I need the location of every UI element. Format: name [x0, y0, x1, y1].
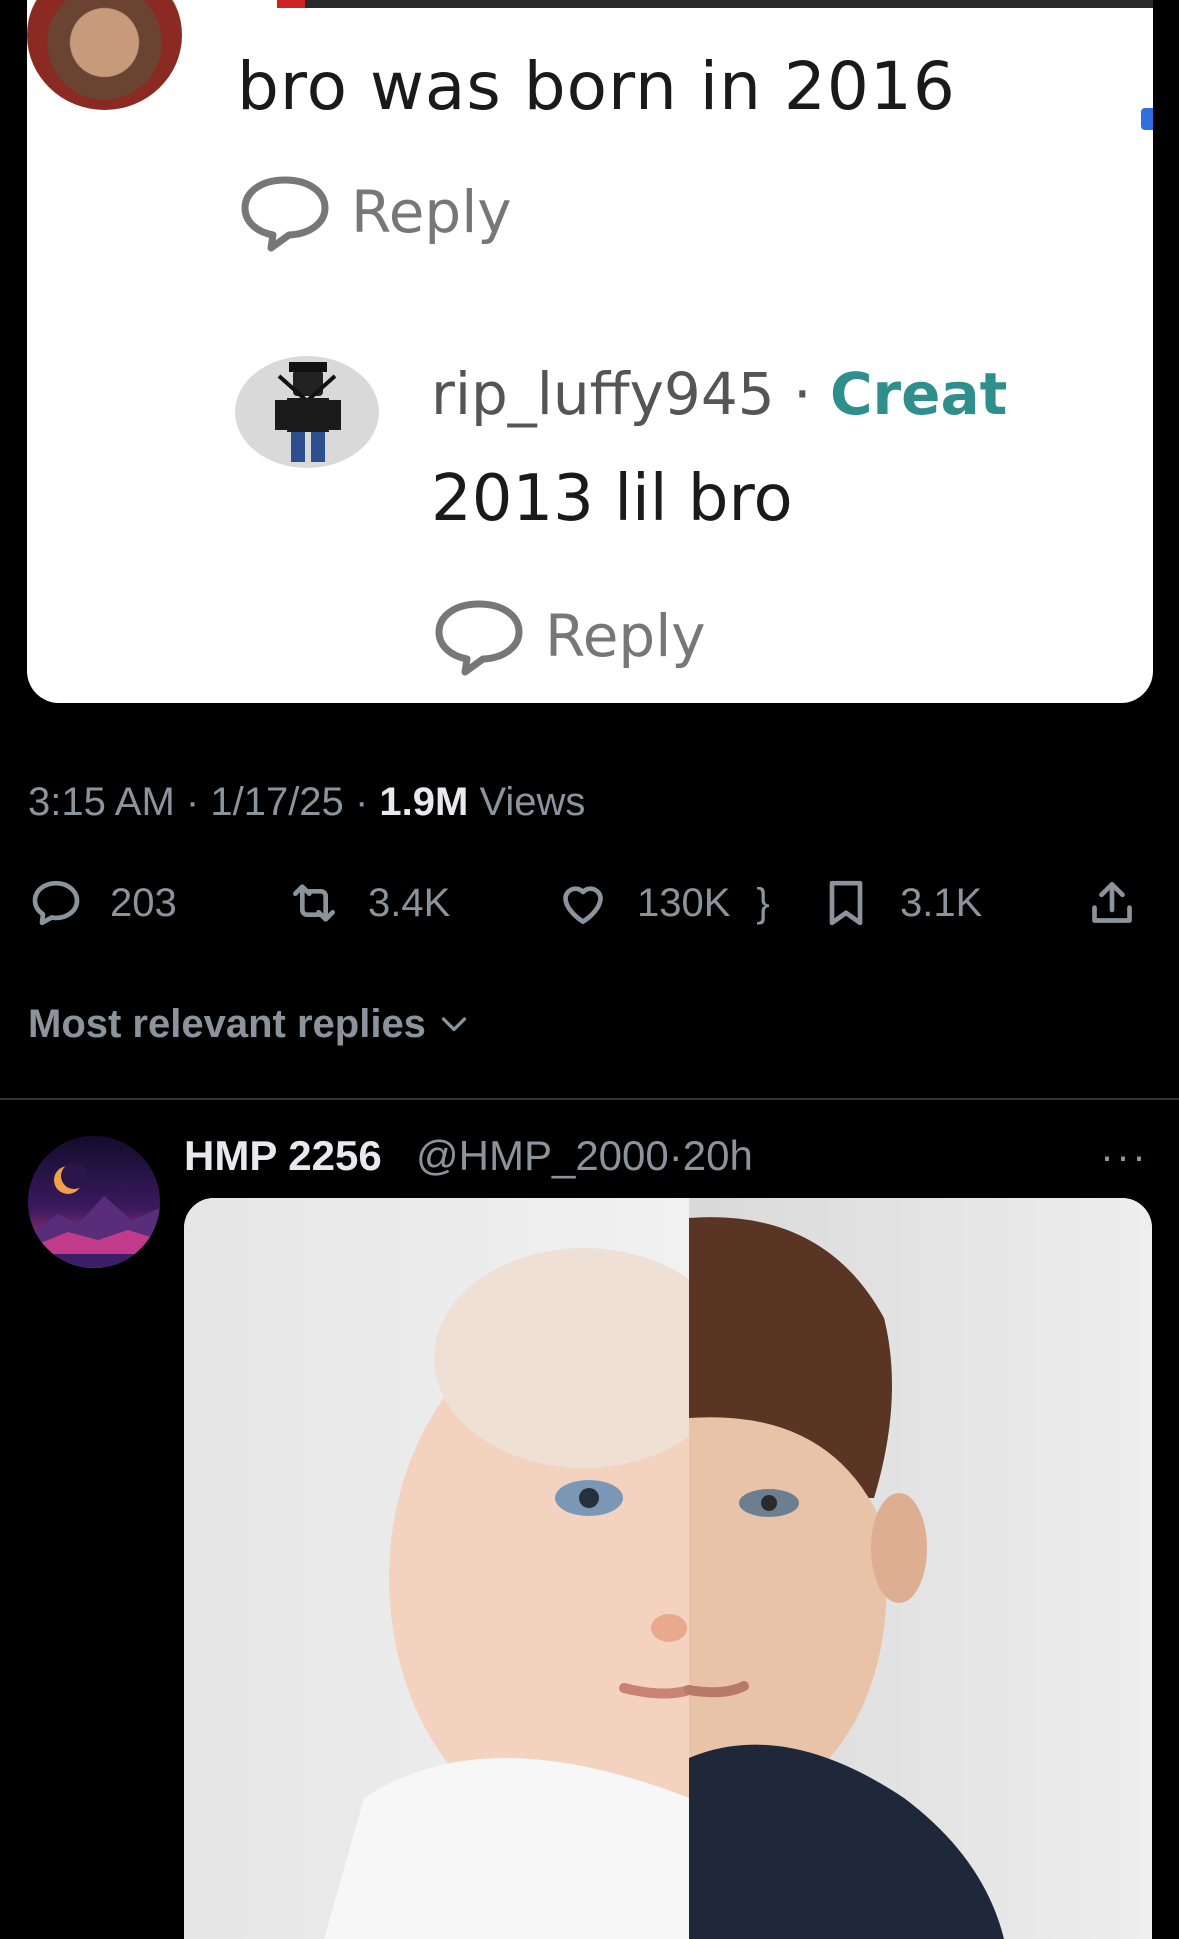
creator-badge: Creat [829, 360, 1008, 428]
robot-avatar [235, 356, 379, 468]
repost-count: 3.4K [368, 880, 451, 925]
reply-media-image[interactable] [184, 1198, 1152, 1939]
comment-reply-button: Reply [237, 172, 512, 252]
reply-avatar[interactable] [28, 1136, 160, 1268]
comment-username: rip_luffy945 · Creat [431, 360, 1008, 428]
cropped-text-strip [277, 0, 1153, 8]
post-date: 1/17/25 [210, 780, 344, 824]
share-icon [1092, 882, 1132, 923]
chevron-down-icon [441, 1016, 467, 1031]
post-time: 3:15 AM [28, 780, 175, 824]
repost-button[interactable]: 3.4K [286, 868, 450, 938]
reply-icon [32, 880, 80, 926]
bookmark-icon [829, 880, 863, 926]
reply-handle-time: @HMP_2000·20h [416, 1132, 753, 1179]
like-button[interactable]: 130K } [555, 868, 770, 938]
reply-button[interactable]: 203 [28, 868, 177, 938]
views-label: Views [479, 780, 586, 824]
reply-label: Reply [545, 602, 706, 670]
cropped-blue-mark [1141, 108, 1153, 130]
reply-handle[interactable]: @HMP_2000 [416, 1132, 669, 1179]
embedded-screenshot-card: bro was born in 2016 Reply rip_luffy945 … [27, 0, 1153, 703]
reply-count: 203 [110, 880, 177, 925]
reply-display-name[interactable]: HMP 2256 [184, 1132, 382, 1180]
bookmark-button[interactable]: 3.1K [818, 868, 982, 938]
repost-icon [293, 884, 335, 922]
comment-text: 2013 lil bro [431, 462, 793, 536]
sort-label: Most relevant replies [28, 1002, 426, 1046]
action-bar: 203 3.4K 130K } 3.1K [28, 868, 1152, 938]
speech-bubble-icon [241, 176, 329, 252]
post-metadata: 3:15 AM · 1/17/25 · 1.9M Views [28, 780, 586, 824]
reply-time[interactable]: 20h [683, 1132, 753, 1179]
speech-bubble-icon [435, 600, 523, 676]
divider [0, 1098, 1179, 1100]
like-count: 130K [637, 880, 731, 925]
comment-reply-button: Reply [431, 596, 706, 676]
comment-text: bro was born in 2016 [237, 48, 956, 125]
reply-sort-dropdown[interactable]: Most relevant replies [28, 1002, 472, 1047]
views-count[interactable]: 1.9M [379, 780, 468, 824]
share-button[interactable] [1084, 868, 1140, 938]
commenter-avatar [27, 0, 182, 110]
heart-icon [563, 886, 603, 924]
bookmark-count: 3.1K [900, 880, 983, 925]
cropped-red-mark [277, 0, 305, 8]
reply-label: Reply [351, 178, 512, 246]
more-options-icon[interactable]: ··· [1100, 1132, 1148, 1180]
